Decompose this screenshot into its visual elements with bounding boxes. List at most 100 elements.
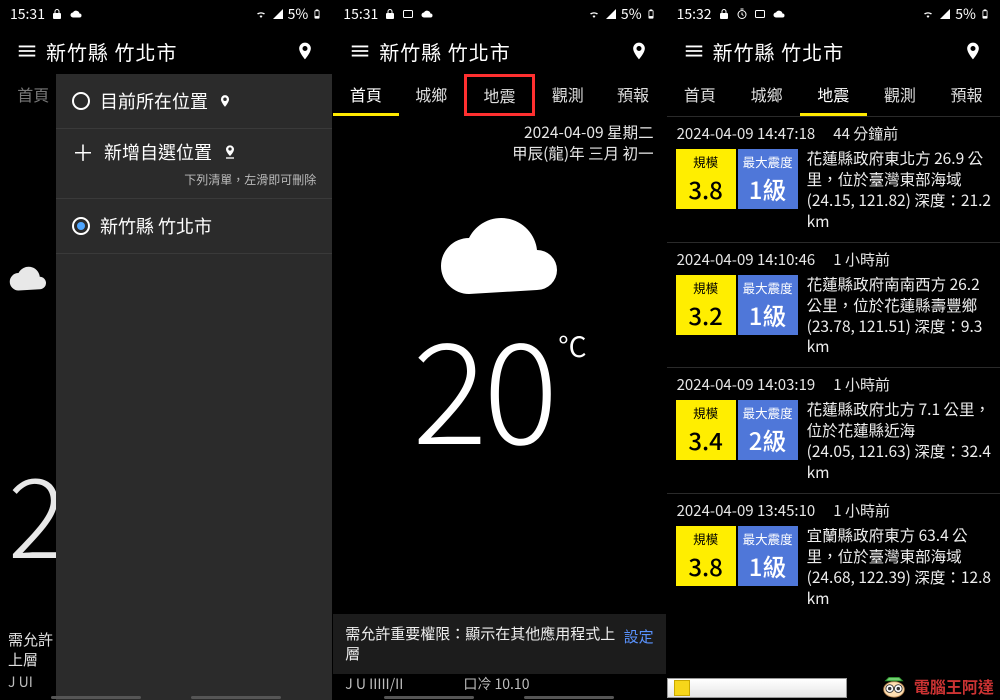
saved-location-label: 新竹縣 竹北市	[100, 213, 212, 239]
temperature: 20 °C	[333, 314, 665, 454]
battery-text: 5%	[621, 4, 642, 24]
status-bar: 15:32 5%	[667, 0, 1000, 28]
magnitude-value: 3.2	[688, 297, 723, 332]
menu-button[interactable]	[8, 40, 46, 62]
temperature-value: 20	[412, 314, 554, 454]
date-line-1: 2024-04-09 星期二	[345, 122, 653, 143]
intensity-tile: 最大震度1級	[737, 148, 799, 210]
tab-forecast[interactable]: 預報	[600, 74, 665, 116]
magnitude-value: 3.8	[688, 171, 723, 206]
eq-time: 2024-04-09 14:10:46	[677, 249, 816, 270]
eq-time: 2024-04-09 14:47:18	[677, 123, 816, 144]
eq-description: 花蓮縣政府北方 7.1 公里，位於花蓮縣近海(24.05, 121.63) 深度…	[799, 399, 992, 483]
tab-town[interactable]: 城鄉	[733, 74, 800, 116]
ad-strip[interactable]	[667, 678, 847, 698]
current-location-label: 目前所在位置	[100, 88, 208, 114]
intensity-value: 1級	[749, 548, 787, 583]
earthquake-item[interactable]: 2024-04-09 14:10:46 1 小時前規模3.2最大震度1級花蓮縣政府…	[667, 242, 1000, 368]
mascot-icon	[880, 674, 908, 698]
earthquake-item[interactable]: 2024-04-09 14:03:19 1 小時前規模3.4最大震度2級花蓮縣政府…	[667, 367, 1000, 493]
signal-icon	[939, 8, 951, 20]
earthquake-item[interactable]: 2024-04-09 13:45:101 小時前規模3.8最大震度1級宜蘭縣政府…	[667, 493, 1000, 619]
phone-2: 15:31 5% 新竹縣 竹北市 首頁 城鄉 地震 觀測 預報 2024-04-…	[333, 0, 666, 700]
nav-bar	[0, 696, 332, 700]
battery-icon	[646, 7, 656, 21]
location-button[interactable]	[620, 41, 658, 61]
battery-text: 5%	[288, 4, 309, 24]
wifi-icon	[254, 8, 268, 20]
eq-description: 宜蘭縣政府東方 63.4 公里，位於臺灣東部海域(24.68, 122.39) …	[799, 525, 992, 609]
eq-time: 2024-04-09 14:03:19	[677, 374, 816, 395]
signal-icon	[605, 8, 617, 20]
tab-home[interactable]: 首頁	[333, 74, 398, 116]
wifi-icon	[587, 8, 601, 20]
perm-peek: 需允許 上層	[8, 630, 58, 671]
location-pin-icon	[218, 94, 232, 108]
tab-earthquake[interactable]: 地震	[464, 74, 535, 116]
earthquake-list[interactable]: 2024-04-09 14:47:1844 分鐘前規模3.8最大震度1級花蓮縣政…	[667, 116, 1000, 680]
intensity-tile: 最大震度1級	[737, 274, 799, 336]
eq-ago: 1 小時前	[833, 374, 890, 395]
magnitude-tile: 規模3.8	[675, 148, 737, 210]
lock-icon	[384, 8, 396, 20]
tab-bar: 首頁 城鄉 地震 觀測 預報	[333, 74, 665, 116]
battery-text: 5%	[955, 4, 976, 24]
app-bar: 新竹縣 竹北市	[667, 28, 1000, 74]
radio-checked-icon	[72, 217, 90, 235]
menu-icon	[16, 40, 38, 62]
magnitude-tile: 規模3.2	[675, 274, 737, 336]
menu-icon	[349, 40, 371, 62]
app-title: 新竹縣 竹北市	[379, 37, 619, 66]
tab-bar: 首頁 城鄉 地震 觀測 預報	[667, 74, 1000, 116]
intensity-tile: 最大震度2級	[737, 399, 799, 461]
magnitude-value: 3.4	[688, 422, 723, 457]
clock-text: 15:31	[343, 4, 378, 24]
permission-bar: 需允許重要權限：顯示在其他應用程式上層 設定	[333, 614, 665, 675]
menu-button[interactable]	[341, 40, 379, 62]
tab-observe[interactable]: 觀測	[867, 74, 934, 116]
eq-ago: 1 小時前	[833, 500, 890, 521]
magnitude-tile: 規模3.8	[675, 525, 737, 587]
eq-description: 花蓮縣政府南南西方 26.2 公里，位於花蓮縣壽豐鄉(23.78, 121.51…	[799, 274, 992, 358]
magnitude-tile: 規模3.4	[675, 399, 737, 461]
faint-peek: J UI	[8, 672, 33, 692]
tab-town[interactable]: 城鄉	[399, 74, 464, 116]
magnitude-value: 3.8	[688, 548, 723, 583]
tab-forecast[interactable]: 預報	[933, 74, 1000, 116]
nav-bar	[333, 696, 665, 700]
add-location-row[interactable]: ＋ 新增自選位置 下列清單，左滑即可刪除	[56, 129, 332, 199]
date-block: 2024-04-09 星期二 甲辰(龍)年 三月 初一	[333, 116, 665, 164]
tab-earthquake[interactable]: 地震	[800, 74, 867, 116]
location-pin-icon	[629, 41, 649, 61]
wifi-icon	[921, 8, 935, 20]
clock-text: 15:32	[677, 4, 712, 24]
faint-below: J U IIIII/II 口冷 10.10	[333, 674, 665, 694]
tab-home[interactable]: 首頁	[667, 74, 734, 116]
current-location-row[interactable]: 目前所在位置	[56, 74, 332, 129]
app-title: 新竹縣 竹北市	[713, 37, 954, 66]
menu-button[interactable]	[675, 40, 713, 62]
cloud-icon	[69, 8, 83, 20]
screenshot-icon	[402, 8, 414, 20]
saved-location-row[interactable]: 新竹縣 竹北市	[56, 199, 332, 254]
app-bar: 新竹縣 竹北市	[333, 28, 665, 74]
eq-ago: 1 小時前	[833, 249, 890, 270]
tab-observe[interactable]: 觀測	[535, 74, 600, 116]
ad-icon	[674, 680, 690, 696]
permission-settings-link[interactable]: 設定	[624, 624, 654, 647]
app-bar: 新竹縣 竹北市	[0, 28, 332, 74]
location-pin-icon	[295, 41, 315, 61]
cloud-icon	[420, 8, 434, 20]
watermark-badge: 電腦王阿達	[880, 674, 994, 698]
location-button[interactable]	[954, 41, 992, 61]
add-location-label: 新增自選位置	[104, 139, 212, 165]
battery-icon	[312, 7, 322, 21]
lock-icon	[51, 8, 63, 20]
location-button[interactable]	[286, 41, 324, 61]
clock-text: 15:31	[10, 4, 45, 24]
date-line-2: 甲辰(龍)年 三月 初一	[345, 143, 653, 164]
earthquake-item[interactable]: 2024-04-09 14:47:1844 分鐘前規模3.8最大震度1級花蓮縣政…	[667, 116, 1000, 242]
battery-icon	[980, 7, 990, 21]
cloud-icon-peek	[6, 260, 46, 301]
lock-icon	[718, 8, 730, 20]
